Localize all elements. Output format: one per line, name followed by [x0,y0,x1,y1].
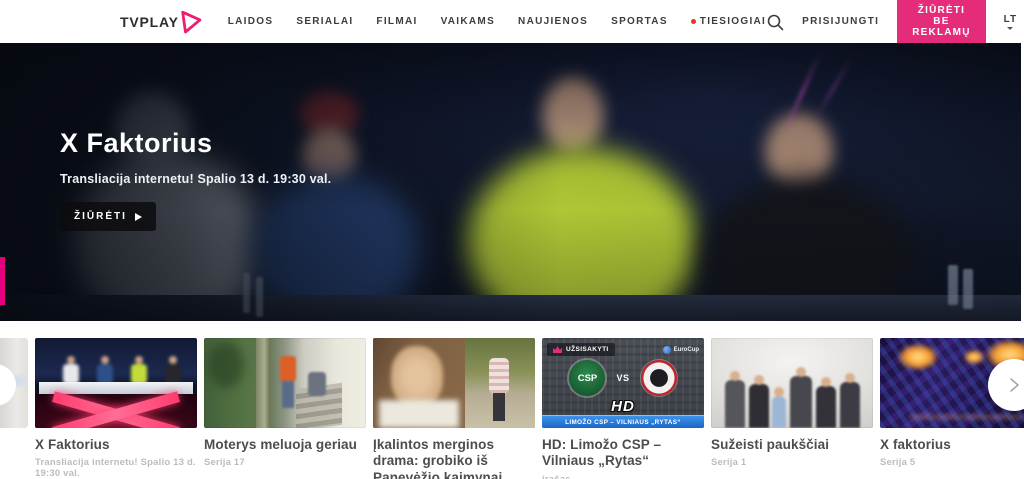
card-subtitle: įrašas [542,474,704,479]
card-title: Įkalintos merginos drama: grobiko iš Pan… [373,437,503,479]
crown-icon [553,346,562,353]
hero-watch-button[interactable]: ŽIŪRĖTI [60,202,156,231]
match-title-strip: LIMOŽO CSP – VILNIAUS „RYTAS“ [542,415,704,428]
card-subtitle: Serija 5 [880,457,916,469]
hero-subtitle: Transliacija internetu! Spalio 13 d. 19:… [60,172,332,186]
card-title: X Faktorius [35,437,110,452]
card-suzeisti-pauksciai[interactable]: Sužeisti paukščiai Serija 1 [711,338,873,479]
hero-banner: X Faktorius Transliacija internetu! Spal… [0,43,1021,321]
card-thumbnail: UŽSISAKYTI EuroCup CSP VS HD LIMOŽO CSP … [542,338,704,428]
vs-label: VS [616,373,630,383]
tvplay-logo[interactable]: TVPLAY [120,9,204,35]
card-x-faktorius[interactable]: X Faktorius Transliacija internetu! Spal… [35,338,197,479]
nav-item-serialai[interactable]: SERIALAI [296,16,353,27]
logo-text: TVPLAY [120,13,179,30]
play-triangle-icon [181,10,202,33]
top-navbar: TVPLAY LAIDOS SERIALAI FILMAI VAIKAMS NA… [0,0,1024,47]
card-title: Sužeisti paukščiai [711,437,830,452]
hero-title: X Faktorius [60,128,213,158]
chevron-down-icon [1007,26,1014,30]
main-nav: LAIDOS SERIALAI FILMAI VAIKAMS NAUJIENOS… [228,16,766,27]
nav-item-tiesiogiai[interactable]: TIESIOGIAI [690,16,766,27]
card-title: Moterys meluoja geriau [204,437,357,452]
csp-team-logo: CSP [569,360,606,396]
hd-label: HD [611,398,635,415]
previous-card-partial[interactable] [0,338,28,428]
card-title: HD: Limožo CSP – Vilniaus „Rytas“ [542,437,662,469]
watch-without-ads-button[interactable]: ŽIŪRĖTI BE REKLAMŲ [897,0,986,47]
play-icon [134,212,142,221]
carousel-progress-bar [0,257,5,305]
eurocup-ball-icon [662,345,671,354]
rytas-team-logo [640,360,677,396]
card-subtitle: Serija 1 [711,457,747,469]
nav-item-sportas[interactable]: SPORTAS [611,16,668,27]
nav-item-vaikams[interactable]: VAIKAMS [441,16,495,27]
content-carousel: X Faktorius Transliacija internetu! Spal… [0,321,1024,479]
card-title: X faktorius [880,437,951,452]
nav-item-laidos[interactable]: LAIDOS [228,16,274,27]
card-thumbnail [373,338,535,428]
card-thumbnail [204,338,366,428]
live-dot-icon [690,19,696,24]
card-thumbnail [711,338,873,428]
subscribe-badge: UŽSISAKYTI [547,343,615,356]
card-limozo-rytas[interactable]: UŽSISAKYTI EuroCup CSP VS HD LIMOŽO CSP … [542,338,704,479]
login-link[interactable]: PRISIJUNGTI [802,16,879,27]
card-ikalintos-merginos[interactable]: Įkalintos merginos drama: grobiko iš Pan… [373,338,535,479]
language-selector[interactable]: LT [1004,14,1017,30]
navbar-right: PRISIJUNGTI ŽIŪRĖTI BE REKLAMŲ LT [766,0,1017,47]
prev-arrow-button[interactable] [0,364,16,406]
nav-item-filmai[interactable]: FILMAI [376,16,417,27]
card-thumbnail [35,338,197,428]
card-moterys-meluoja[interactable]: Moterys meluoja geriau Serija 17 [204,338,366,479]
hero-content: X Faktorius Transliacija internetu! Spal… [60,128,331,231]
nav-item-naujienos[interactable]: NAUJIENOS [518,16,588,27]
card-subtitle: Serija 17 [204,457,245,469]
eurocup-logo: EuroCup [662,345,699,354]
language-code: LT [1003,13,1018,25]
card-subtitle: Transliacija internetu! Spalio 13 d. 19:… [35,457,196,479]
chevron-right-icon [1010,378,1019,392]
search-icon[interactable] [766,13,784,31]
